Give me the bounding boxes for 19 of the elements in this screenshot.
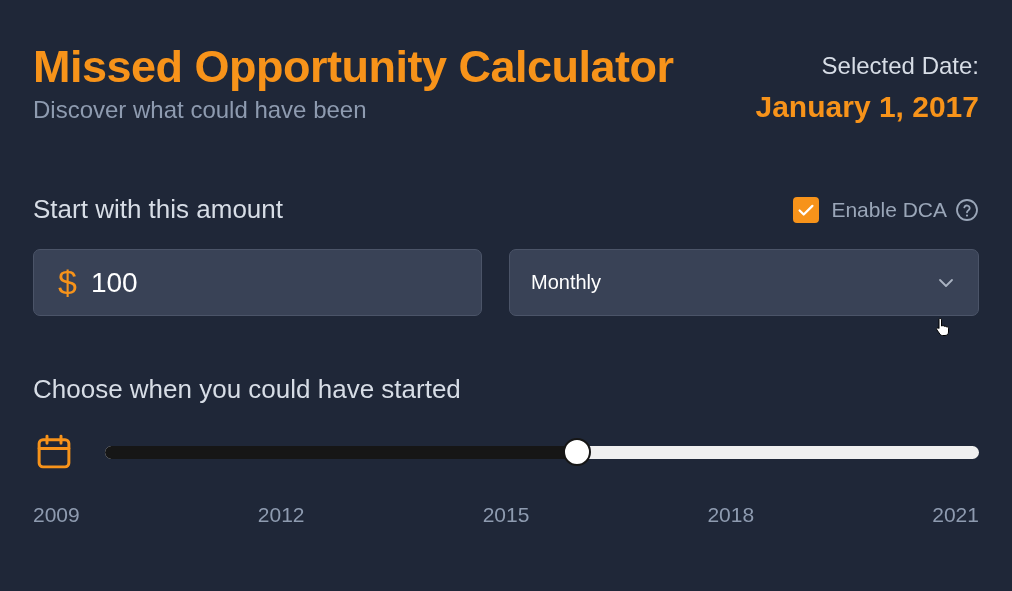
subtitle: Discover what could have been — [33, 95, 368, 124]
currency-symbol: $ — [58, 263, 77, 302]
selected-date: January 1, 2017 — [755, 90, 979, 124]
date-label: Selected Date: — [820, 52, 979, 80]
page-title: Missed Opportunity Calculator — [33, 42, 674, 92]
dca-checkbox[interactable] — [793, 196, 820, 223]
slider-handle[interactable] — [562, 438, 591, 466]
year-label: 2009 — [33, 503, 80, 527]
amount-field[interactable]: $ 100 — [33, 249, 482, 316]
year-label: 2015 — [482, 503, 530, 527]
chevron-down-icon — [938, 277, 954, 288]
help-icon[interactable] — [955, 197, 979, 222]
year-label: 2018 — [707, 503, 755, 527]
year-label: 2021 — [932, 503, 979, 527]
dca-label: Enable DCA — [831, 197, 947, 222]
hand-cursor-icon — [936, 317, 950, 337]
amount-label: Start with this amount — [33, 194, 283, 225]
timeline-label: Choose when you could have started — [33, 374, 462, 405]
year-label: 2012 — [257, 503, 305, 527]
